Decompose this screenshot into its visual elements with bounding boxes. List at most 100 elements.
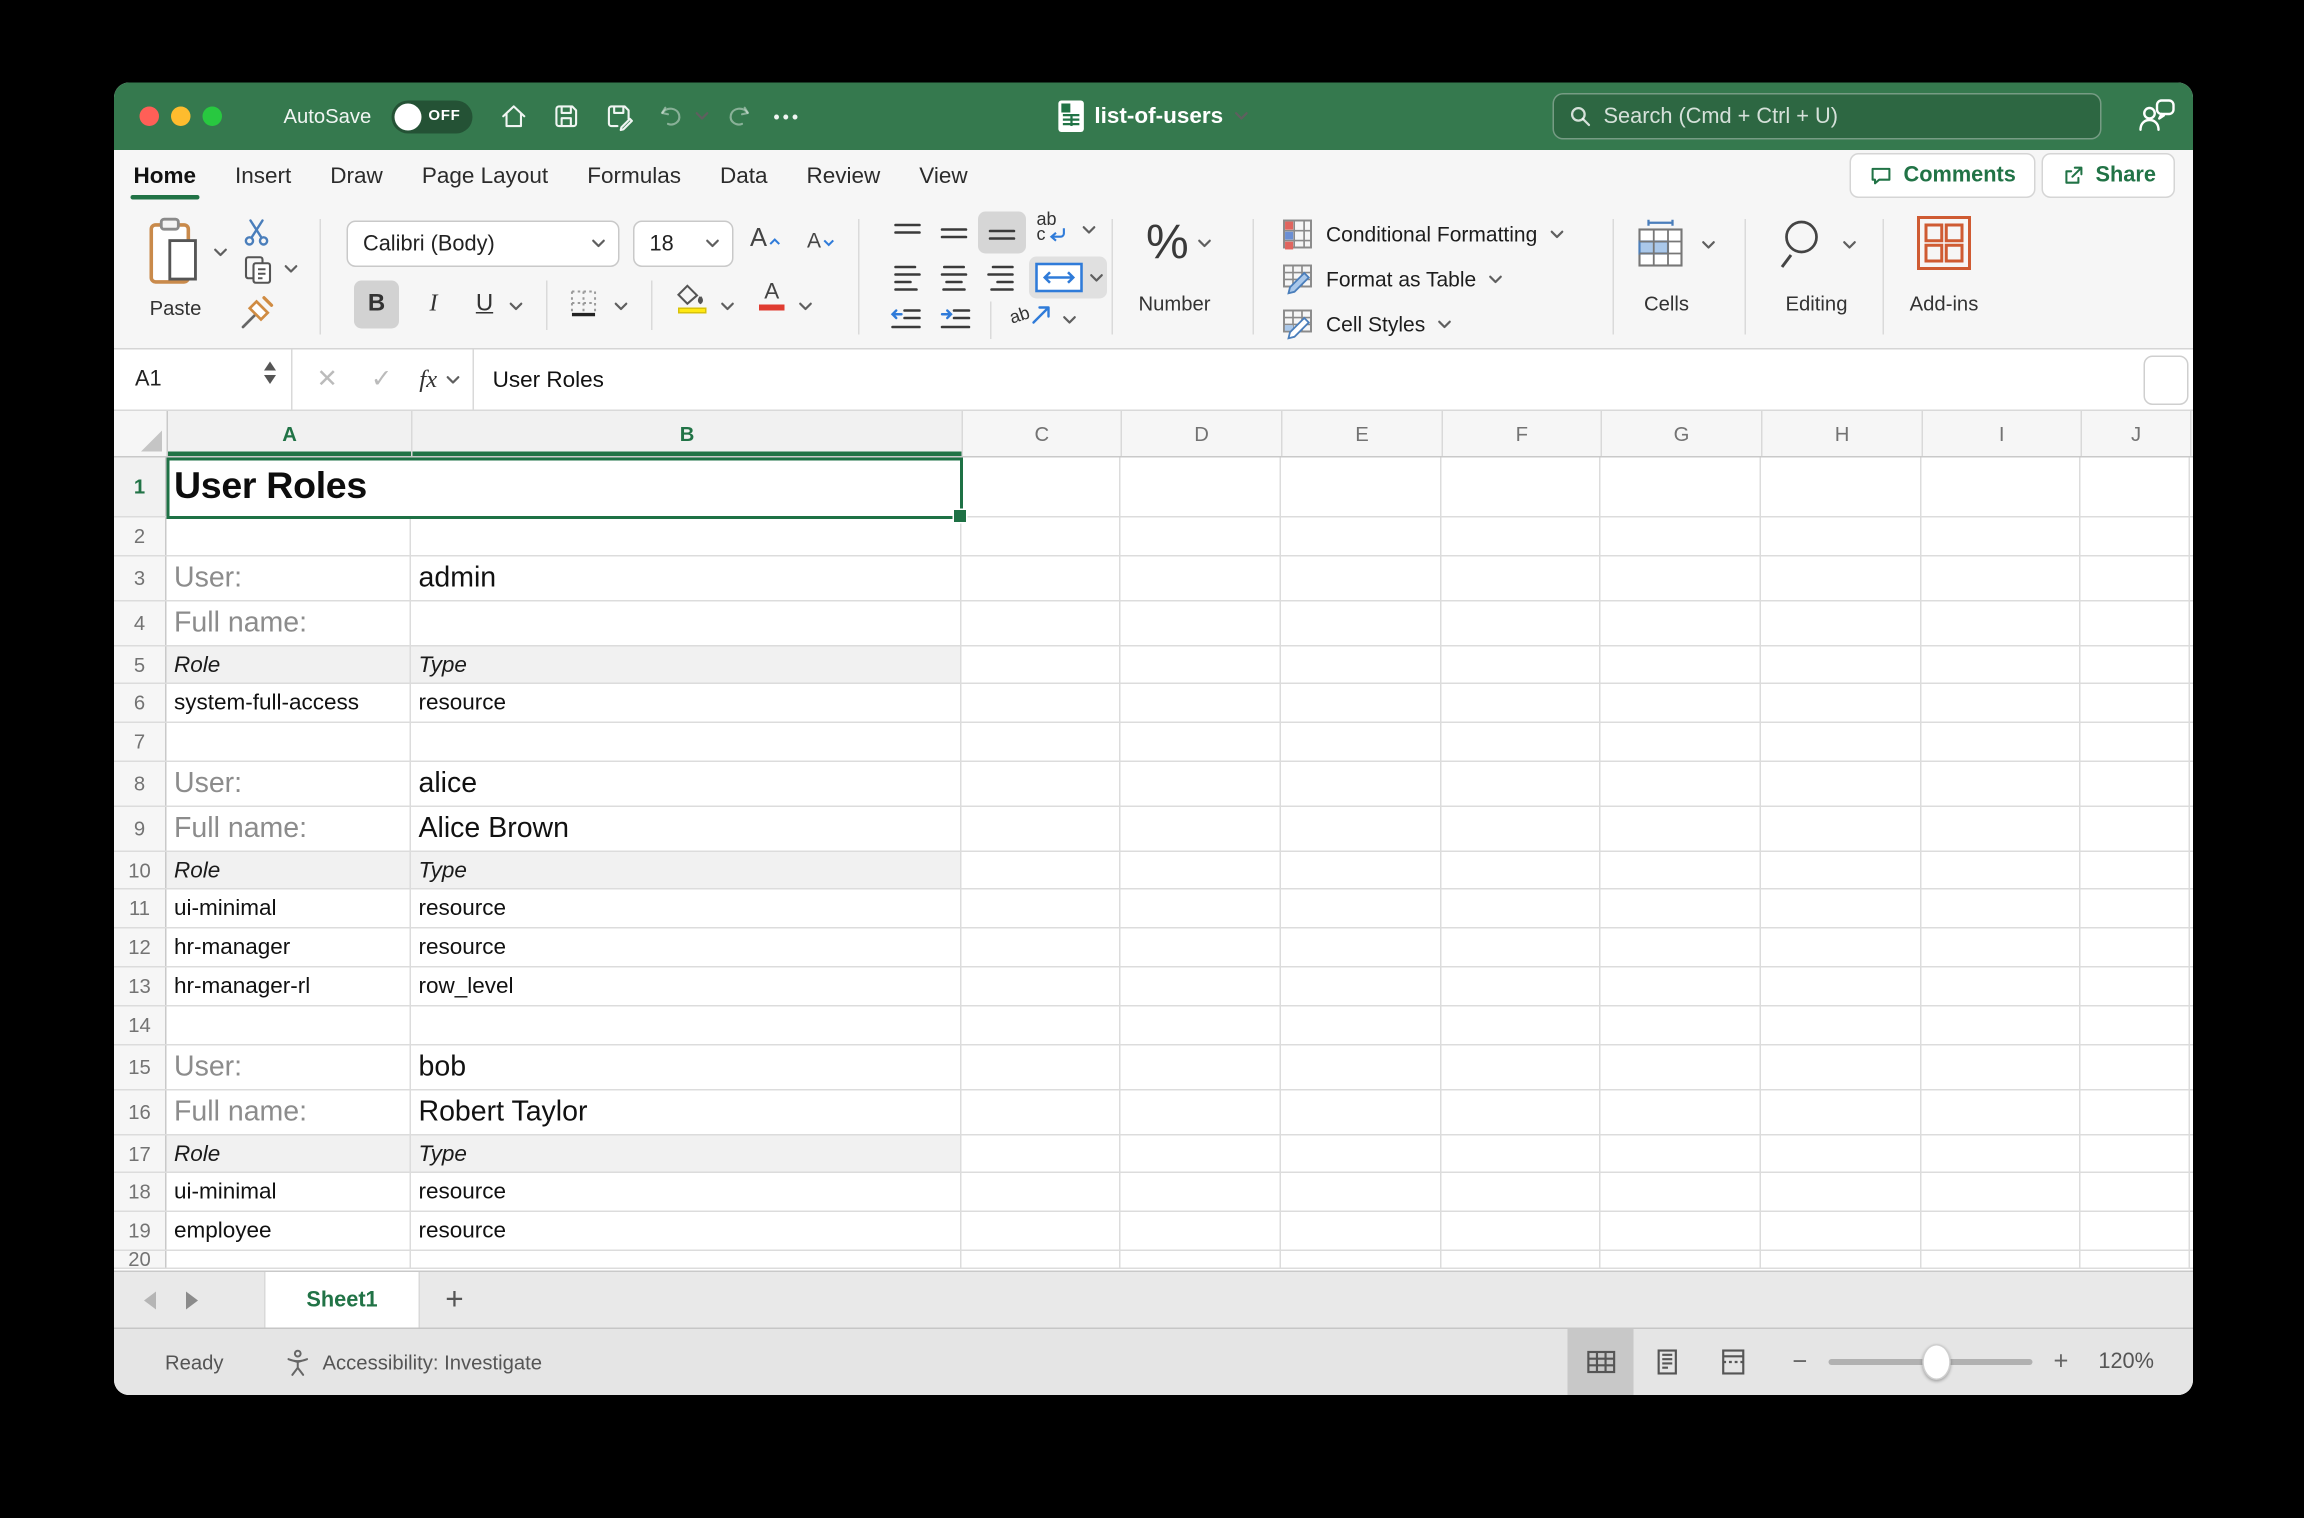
cell-E16[interactable] xyxy=(1281,1091,1442,1135)
column-header-I[interactable]: I xyxy=(1923,411,2082,456)
zoom-in-button[interactable]: + xyxy=(2053,1347,2068,1377)
increase-indent-button[interactable] xyxy=(938,305,974,335)
cell-F6[interactable] xyxy=(1442,684,1601,722)
row-header-18[interactable]: 18 xyxy=(114,1173,167,1211)
share-button[interactable]: Share xyxy=(2042,153,2176,198)
cell-I5[interactable] xyxy=(1922,647,2081,683)
row-header-12[interactable]: 12 xyxy=(114,929,167,967)
cell-I3[interactable] xyxy=(1922,557,2081,601)
cell-G20[interactable] xyxy=(1601,1251,1762,1268)
cell-F14[interactable] xyxy=(1442,1007,1601,1045)
cell-C1[interactable] xyxy=(962,458,1121,517)
autosave-toggle[interactable]: OFF xyxy=(391,100,472,133)
align-bottom-button[interactable] xyxy=(978,212,1026,254)
cell-E20[interactable] xyxy=(1281,1251,1442,1268)
cell-F19[interactable] xyxy=(1442,1212,1601,1250)
cell-D3[interactable] xyxy=(1121,557,1282,601)
cell-F1[interactable] xyxy=(1442,458,1601,517)
tab-review[interactable]: Review xyxy=(807,152,881,205)
more-commands-icon[interactable]: ••• xyxy=(773,106,801,127)
cell-D8[interactable] xyxy=(1121,762,1282,806)
tab-page-layout[interactable]: Page Layout xyxy=(422,152,548,205)
cell-G16[interactable] xyxy=(1601,1091,1762,1135)
copy-menu-chevron-icon[interactable] xyxy=(284,264,299,275)
cell-A6[interactable]: system-full-access xyxy=(167,684,412,722)
cut-button[interactable] xyxy=(242,218,272,248)
next-sheet-icon[interactable] xyxy=(186,1291,198,1309)
cell-B9[interactable]: Alice Brown xyxy=(411,807,962,851)
cell-J6[interactable] xyxy=(2081,684,2191,722)
row-header-3[interactable]: 3 xyxy=(114,557,167,601)
cell-J11[interactable] xyxy=(2081,890,2191,928)
name-box[interactable]: A1 xyxy=(114,350,293,410)
cell-C14[interactable] xyxy=(962,1007,1121,1045)
cell-C5[interactable] xyxy=(962,647,1121,683)
tab-formulas[interactable]: Formulas xyxy=(587,152,681,205)
cell-C17[interactable] xyxy=(962,1136,1121,1172)
cell-B18[interactable]: resource xyxy=(411,1173,962,1211)
cell-C9[interactable] xyxy=(962,807,1121,851)
cell-H10[interactable] xyxy=(1761,852,1922,888)
cell-F11[interactable] xyxy=(1442,890,1601,928)
cell-A1[interactable]: User Roles xyxy=(167,458,962,517)
column-header-E[interactable]: E xyxy=(1283,411,1444,456)
cell-B10[interactable]: Type xyxy=(411,852,962,888)
cell-G18[interactable] xyxy=(1601,1173,1762,1211)
cell-E11[interactable] xyxy=(1281,890,1442,928)
cell-D5[interactable] xyxy=(1121,647,1282,683)
cell-H7[interactable] xyxy=(1761,723,1922,761)
page-layout-view-button[interactable] xyxy=(1634,1329,1700,1395)
cell-G4[interactable] xyxy=(1601,602,1762,646)
cell-J10[interactable] xyxy=(2081,852,2191,888)
column-header-C[interactable]: C xyxy=(963,411,1122,456)
paste-menu-chevron-icon[interactable] xyxy=(213,248,228,259)
redo-icon[interactable] xyxy=(721,99,756,134)
cell-H12[interactable] xyxy=(1761,929,1922,967)
cell-H16[interactable] xyxy=(1761,1091,1922,1135)
underline-menu-chevron-icon[interactable] xyxy=(509,302,524,313)
cell-F10[interactable] xyxy=(1442,852,1601,888)
cell-B2[interactable] xyxy=(411,518,962,556)
cell-A12[interactable]: hr-manager xyxy=(167,929,412,967)
column-header-D[interactable]: D xyxy=(1122,411,1283,456)
undo-icon[interactable] xyxy=(653,99,688,134)
cell-J2[interactable] xyxy=(2081,518,2191,556)
cell-G19[interactable] xyxy=(1601,1212,1762,1250)
cell-D12[interactable] xyxy=(1121,929,1282,967)
cell-G1[interactable] xyxy=(1601,458,1762,517)
row-header-20[interactable]: 20 xyxy=(114,1251,167,1268)
cancel-icon[interactable]: ✕ xyxy=(317,365,338,395)
cell-C3[interactable] xyxy=(962,557,1121,601)
italic-button[interactable]: I xyxy=(411,281,456,329)
align-middle-button[interactable] xyxy=(938,218,971,248)
cell-E3[interactable] xyxy=(1281,557,1442,601)
row-header-11[interactable]: 11 xyxy=(114,890,167,928)
row-header-19[interactable]: 19 xyxy=(114,1212,167,1250)
cell-A16[interactable]: Full name: xyxy=(167,1091,412,1135)
cell-H8[interactable] xyxy=(1761,762,1922,806)
cell-J8[interactable] xyxy=(2081,762,2191,806)
cell-B8[interactable]: alice xyxy=(411,762,962,806)
cell-A13[interactable]: hr-manager-rl xyxy=(167,968,412,1006)
cell-E2[interactable] xyxy=(1281,518,1442,556)
decrease-indent-button[interactable] xyxy=(888,305,924,335)
cell-C19[interactable] xyxy=(962,1212,1121,1250)
cell-C2[interactable] xyxy=(962,518,1121,556)
add-sheet-button[interactable]: + xyxy=(420,1272,489,1328)
cell-G10[interactable] xyxy=(1601,852,1762,888)
cell-I12[interactable] xyxy=(1922,929,2081,967)
format-as-table-button[interactable]: Format as Table xyxy=(1281,261,1503,297)
cell-A5[interactable]: Role xyxy=(167,647,412,683)
close-window-button[interactable] xyxy=(140,107,160,127)
cell-B13[interactable]: row_level xyxy=(411,968,962,1006)
cell-I17[interactable] xyxy=(1922,1136,2081,1172)
insert-function-icon[interactable]: fx xyxy=(419,365,437,395)
row-header-2[interactable]: 2 xyxy=(114,518,167,556)
row-header-15[interactable]: 15 xyxy=(114,1046,167,1090)
cell-I1[interactable] xyxy=(1922,458,2081,517)
editing-button[interactable] xyxy=(1779,218,1857,272)
cell-B3[interactable]: admin xyxy=(411,557,962,601)
row-header-5[interactable]: 5 xyxy=(114,647,167,683)
row-header-4[interactable]: 4 xyxy=(114,602,167,646)
align-right-button[interactable] xyxy=(984,261,1017,294)
